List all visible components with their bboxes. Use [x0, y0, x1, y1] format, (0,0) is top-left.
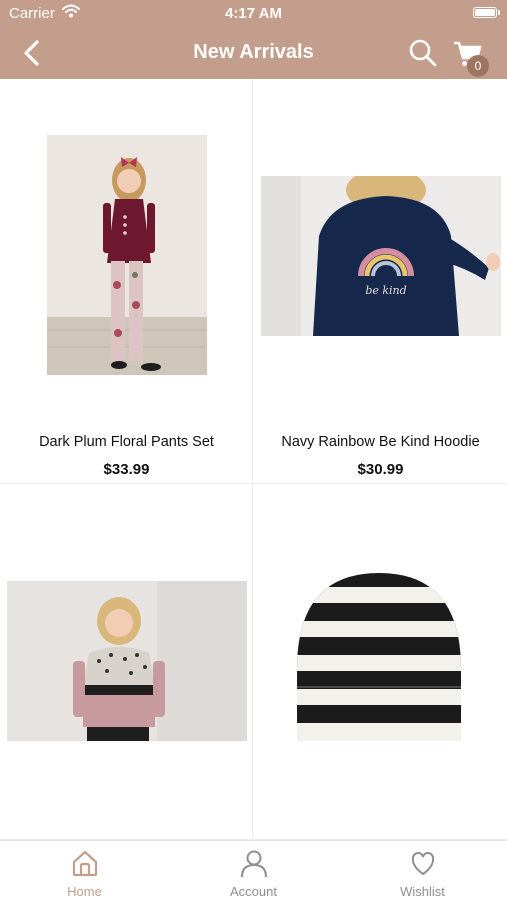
product-image-striped-beanie [297, 573, 461, 741]
tab-wishlist[interactable]: Wishlist [338, 841, 507, 901]
tab-label: Account [230, 884, 277, 899]
product-card[interactable] [254, 484, 507, 840]
product-name: Navy Rainbow Be Kind Hoodie [281, 434, 480, 450]
battery-icon [473, 7, 497, 18]
heart-icon [411, 851, 435, 875]
tab-bar: Home Account Wishlist [0, 840, 507, 901]
product-price: $33.99 [103, 461, 150, 478]
tab-label: Wishlist [400, 884, 445, 899]
product-card[interactable]: be kind Navy Rainbow Be Kind Hoodie $30.… [254, 79, 507, 484]
person-icon [241, 850, 267, 878]
product-grid: Dark Plum Floral Pants Set $33.99 be kin… [0, 79, 507, 840]
tab-account[interactable]: Account [169, 841, 338, 901]
product-card[interactable] [0, 484, 253, 840]
nav-bar: New Arrivals 0 [0, 28, 507, 79]
search-icon[interactable] [408, 38, 438, 68]
cart-count-badge: 0 [467, 55, 489, 77]
product-card[interactable]: Dark Plum Floral Pants Set $33.99 [0, 79, 253, 484]
home-icon [72, 850, 98, 877]
svg-text:be kind: be kind [365, 284, 406, 297]
tab-label: Home [67, 884, 102, 899]
product-image-rainbow-hoodie: be kind [261, 176, 501, 336]
top-bar: Carrier 4:17 AM New Arrivals 0 [0, 0, 507, 79]
battery-tip [498, 10, 500, 15]
product-name: Dark Plum Floral Pants Set [39, 434, 214, 450]
product-price: $30.99 [357, 461, 404, 478]
clock: 4:17 AM [225, 5, 282, 22]
product-image-leopard-sweatshirt [7, 581, 247, 741]
tab-home[interactable]: Home [0, 841, 169, 901]
status-bar: Carrier 4:17 AM [0, 0, 507, 28]
product-image-plum-pants-set [47, 135, 207, 375]
